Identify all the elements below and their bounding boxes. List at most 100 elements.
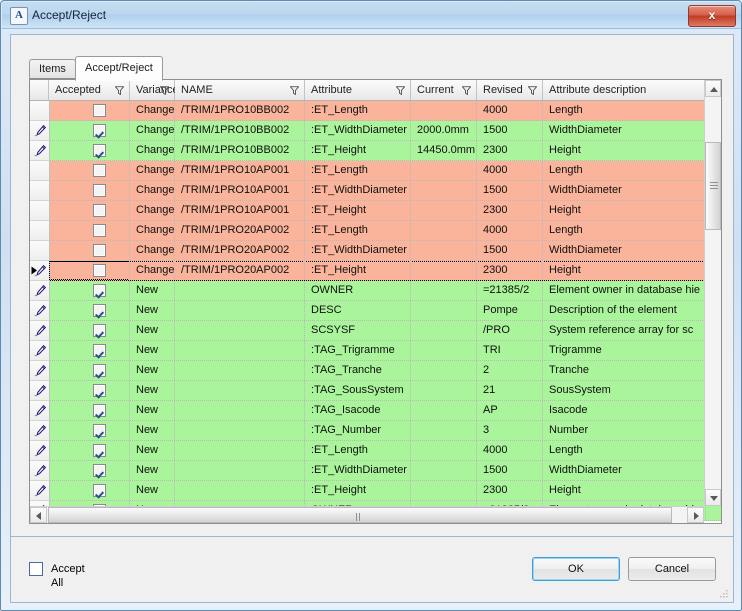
filter-funnel-icon[interactable]: [462, 86, 471, 95]
accepted-checkbox[interactable]: [93, 304, 106, 317]
accepted-checkbox[interactable]: [93, 164, 106, 177]
row-header-cell[interactable]: [30, 341, 50, 361]
table-row[interactable]: New:TAG_Tranche 2 Tranche: [30, 361, 721, 381]
row-header-cell[interactable]: [30, 241, 50, 261]
cell-accepted[interactable]: [49, 241, 130, 260]
resize-grip-icon[interactable]: [719, 589, 729, 599]
table-row[interactable]: Change/TRIM/1PRO20AP002:ET_Length 4000 Len…: [30, 221, 721, 241]
table-row[interactable]: New:TAG_Trigramme TRI Trigramme: [30, 341, 721, 361]
accepted-checkbox[interactable]: [93, 324, 106, 337]
scroll-left-button[interactable]: [30, 507, 47, 523]
cell-accepted[interactable]: [49, 141, 130, 160]
filter-funnel-icon[interactable]: [290, 86, 299, 95]
filter-funnel-icon[interactable]: [528, 86, 537, 95]
cell-accepted[interactable]: [49, 101, 130, 120]
table-row[interactable]: Change/TRIM/1PRO20AP002:ET_Height 2300 Hei…: [30, 261, 721, 281]
column-header-revised[interactable]: Revised: [477, 80, 543, 100]
filter-funnel-icon[interactable]: [115, 86, 124, 95]
row-header-cell[interactable]: [30, 361, 50, 381]
accepted-checkbox[interactable]: [93, 484, 106, 497]
accepted-checkbox[interactable]: [93, 464, 106, 477]
column-header-variance[interactable]: Variance: [130, 80, 179, 100]
horizontal-scrollbar[interactable]: [30, 506, 704, 523]
scroll-right-button[interactable]: [687, 507, 704, 523]
cell-accepted[interactable]: [49, 161, 130, 180]
table-row[interactable]: Change/TRIM/1PRO10BB002:ET_Height 14450.0…: [30, 141, 721, 161]
accepted-checkbox[interactable]: [93, 224, 106, 237]
accepted-checkbox[interactable]: [93, 124, 106, 137]
accepted-checkbox[interactable]: [93, 244, 106, 257]
close-button[interactable]: x: [688, 5, 736, 27]
cell-accepted[interactable]: [49, 481, 130, 500]
row-header-cell[interactable]: [30, 401, 50, 421]
table-row[interactable]: New DESC Pompe Description of the element: [30, 301, 721, 321]
row-header-cell[interactable]: [30, 181, 50, 201]
row-header-cell[interactable]: [30, 441, 50, 461]
vertical-scroll-thumb[interactable]: [705, 142, 721, 230]
accepted-checkbox[interactable]: [93, 144, 106, 157]
cell-accepted[interactable]: [49, 301, 130, 320]
table-row[interactable]: New:TAG_Isacode AP Isacode: [30, 401, 721, 421]
accepted-checkbox[interactable]: [93, 424, 106, 437]
cell-accepted[interactable]: [49, 361, 130, 380]
row-header-cell[interactable]: [30, 221, 50, 241]
scroll-down-button[interactable]: [705, 489, 721, 506]
cell-accepted[interactable]: [49, 201, 130, 220]
table-row[interactable]: New:ET_Length 4000 Length: [30, 441, 721, 461]
table-row[interactable]: New:ET_Height 2300 Height: [30, 481, 721, 501]
row-header-cell[interactable]: [30, 461, 50, 481]
table-row[interactable]: New:TAG_Number 3 Number: [30, 421, 721, 441]
cell-accepted[interactable]: [49, 341, 130, 360]
table-row[interactable]: New SCSYSF/PRO System reference array for …: [30, 321, 721, 341]
column-header-attrdesc[interactable]: Attribute description: [543, 80, 706, 100]
accepted-checkbox[interactable]: [93, 284, 106, 297]
accepted-checkbox[interactable]: [93, 384, 106, 397]
row-header-cell[interactable]: [30, 301, 50, 321]
table-row[interactable]: Change/TRIM/1PRO10BB002:ET_WidthDiameter…: [30, 121, 721, 141]
row-header-cell[interactable]: [30, 141, 50, 161]
row-header-cell[interactable]: [30, 421, 50, 441]
filter-funnel-icon[interactable]: [160, 86, 169, 95]
table-row[interactable]: New:TAG_SousSystem 21 SousSystem: [30, 381, 721, 401]
filter-funnel-icon[interactable]: [396, 86, 405, 95]
column-header-attribute[interactable]: Attribute: [305, 80, 411, 100]
row-header-cell[interactable]: [30, 261, 50, 281]
vertical-scrollbar[interactable]: [704, 80, 721, 506]
horizontal-scroll-thumb[interactable]: [48, 507, 672, 523]
row-header-cell[interactable]: [30, 101, 50, 121]
accepted-checkbox[interactable]: [93, 444, 106, 457]
cell-accepted[interactable]: [49, 221, 130, 240]
table-row[interactable]: Change/TRIM/1PRO10AP001:ET_Length 4000 Len…: [30, 161, 721, 181]
column-header-current[interactable]: Current: [411, 80, 477, 100]
cell-accepted[interactable]: [49, 261, 130, 280]
row-header-cell[interactable]: [30, 381, 50, 401]
table-row[interactable]: New OWNER =21385/2 Element owner in databas…: [30, 281, 721, 301]
accepted-checkbox[interactable]: [93, 364, 106, 377]
tab-items[interactable]: Items: [29, 59, 76, 79]
accepted-checkbox[interactable]: [93, 344, 106, 357]
row-header-cell[interactable]: [30, 281, 50, 301]
cell-accepted[interactable]: [49, 181, 130, 200]
accepted-checkbox[interactable]: [93, 184, 106, 197]
cell-accepted[interactable]: [49, 401, 130, 420]
table-row[interactable]: New:ET_WidthDiameter 1500 WidthDiameter: [30, 461, 721, 481]
column-header-name[interactable]: NAME: [175, 80, 305, 100]
column-header-accepted[interactable]: Accepted: [49, 80, 130, 100]
accepted-checkbox[interactable]: [93, 404, 106, 417]
cell-accepted[interactable]: [49, 441, 130, 460]
accepted-checkbox[interactable]: [93, 204, 106, 217]
row-header-cell[interactable]: [30, 161, 50, 181]
row-header-cell[interactable]: [30, 481, 50, 501]
table-row[interactable]: Change/TRIM/1PRO10AP001:ET_Height 2300 Hei…: [30, 201, 721, 221]
cell-accepted[interactable]: [49, 321, 130, 340]
row-header-cell[interactable]: [30, 121, 50, 141]
cell-accepted[interactable]: [49, 121, 130, 140]
cell-accepted[interactable]: [49, 281, 130, 300]
table-row[interactable]: Change/TRIM/1PRO10AP001:ET_WidthDiameter…: [30, 181, 721, 201]
accepted-checkbox[interactable]: [93, 104, 106, 117]
scroll-up-button[interactable]: [705, 80, 721, 97]
cell-accepted[interactable]: [49, 421, 130, 440]
row-header-cell[interactable]: [30, 321, 50, 341]
table-row[interactable]: Change/TRIM/1PRO10BB002:ET_Length 4000 Len…: [30, 101, 721, 121]
cell-accepted[interactable]: [49, 381, 130, 400]
